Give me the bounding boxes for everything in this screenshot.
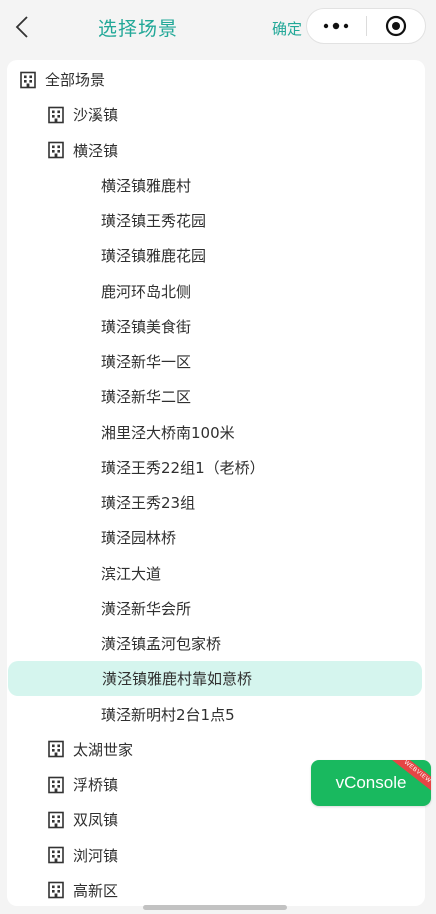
tree-town-item[interactable]: 双凤镇 (7, 802, 425, 837)
tree-item-label: 潢泾新华会所 (101, 599, 192, 618)
more-button[interactable] (307, 9, 366, 43)
building-icon (48, 846, 64, 864)
tree-scene-item[interactable]: 鹿河环岛北侧 (7, 274, 425, 309)
tree-item-label: 横泾镇雅鹿村 (101, 176, 192, 195)
vconsole-button[interactable]: vConsole WEBVIEW (311, 760, 431, 806)
tree-scene-item[interactable]: 璜泾园林桥 (7, 520, 425, 555)
tree-item-label: 全部场景 (45, 71, 106, 89)
tree-town-item[interactable]: 高新区 (7, 873, 425, 906)
more-dots-icon (324, 22, 349, 30)
mini-program-capsule (306, 8, 426, 44)
tree-scene-item[interactable]: 璜泾镇雅鹿花园 (7, 238, 425, 273)
tree-item-label: 璜泾园林桥 (101, 529, 177, 548)
tree-item-label: 潢泾镇孟河包家桥 (101, 635, 222, 653)
tree-town-item[interactable]: 浏河镇 (7, 838, 425, 873)
tree-item-label: 横泾镇 (73, 141, 119, 160)
tree-item-label: 璜泾镇雅鹿花园 (101, 247, 207, 266)
tree-scene-item[interactable]: 璜泾镇美食街 (7, 309, 425, 344)
tree-scene-item[interactable]: 潢泾镇孟河包家桥 (7, 626, 425, 661)
tree-scene-item[interactable]: 璜泾新华二区 (7, 379, 425, 414)
tree-town-item[interactable]: 沙溪镇 (7, 97, 425, 132)
confirm-button[interactable]: 确定 (272, 18, 302, 39)
tree-town-item[interactable]: 横泾镇 (7, 133, 425, 168)
tree-item-label: 璜泾新华一区 (101, 353, 192, 371)
building-icon (48, 881, 64, 899)
tree-item-label: 璜泾王秀23组 (101, 494, 196, 512)
tree-item-label: 沙溪镇 (73, 106, 119, 125)
tree-item-label: 浮桥镇 (73, 776, 119, 794)
tree-scene-item[interactable]: 璜泾新华一区 (7, 344, 425, 379)
tree-scene-item[interactable]: 璜泾新明村2台1点5 (7, 697, 425, 732)
tree-item-label: 璜泾镇美食街 (101, 317, 192, 336)
building-icon (48, 141, 64, 159)
tree-item-label: 鹿河环岛北侧 (101, 282, 192, 301)
tree-item-label: 璜泾新明村2台1点5 (101, 705, 235, 724)
tree-scene-item[interactable]: 璜泾王秀23组 (7, 485, 425, 520)
tree-scene-item[interactable]: 滨江大道 (7, 556, 425, 591)
building-icon (48, 106, 64, 124)
tree-root-all-scenes[interactable]: 全部场景 (7, 62, 425, 97)
tree-item-label: 浏河镇 (73, 846, 119, 865)
tree-scene-item[interactable]: 横泾镇雅鹿村 (7, 168, 425, 203)
page-title: 选择场景 (98, 18, 179, 40)
tree-scene-item[interactable]: 璜泾镇王秀花园 (7, 203, 425, 238)
building-icon (48, 776, 64, 793)
building-icon (48, 740, 64, 758)
vconsole-label: vConsole (335, 773, 407, 792)
header: 选择场景 确定 (0, 0, 436, 56)
tree-item-label: 湘里泾大桥南100米 (101, 423, 235, 442)
tree-scene-item-selected[interactable]: 潢泾镇雅鹿村靠如意桥 (8, 661, 422, 697)
back-button[interactable] (10, 12, 34, 42)
tree-scene-item[interactable]: 潢泾新华会所 (7, 591, 425, 626)
tree-item-label: 璜泾新华二区 (101, 388, 192, 407)
building-icon (48, 811, 64, 829)
tree-item-label: 璜泾王秀22组1（老桥） (101, 458, 265, 477)
building-icon (20, 71, 36, 88)
tree-item-label: 太湖世家 (73, 740, 134, 759)
home-indicator (143, 905, 287, 910)
tree-item-label: 潢泾镇雅鹿村靠如意桥 (102, 670, 253, 689)
tree-item-label: 高新区 (73, 881, 119, 900)
tree-item-label: 璜泾镇王秀花园 (101, 212, 207, 230)
tree-item-label: 双凤镇 (73, 811, 119, 830)
chevron-left-icon (15, 16, 28, 38)
tree-item-label: 滨江大道 (101, 564, 162, 583)
target-circle-icon (385, 15, 406, 37)
close-button[interactable] (366, 9, 425, 43)
tree-scene-item[interactable]: 湘里泾大桥南100米 (7, 415, 425, 450)
tree-scene-item[interactable]: 璜泾王秀22组1（老桥） (7, 450, 425, 485)
